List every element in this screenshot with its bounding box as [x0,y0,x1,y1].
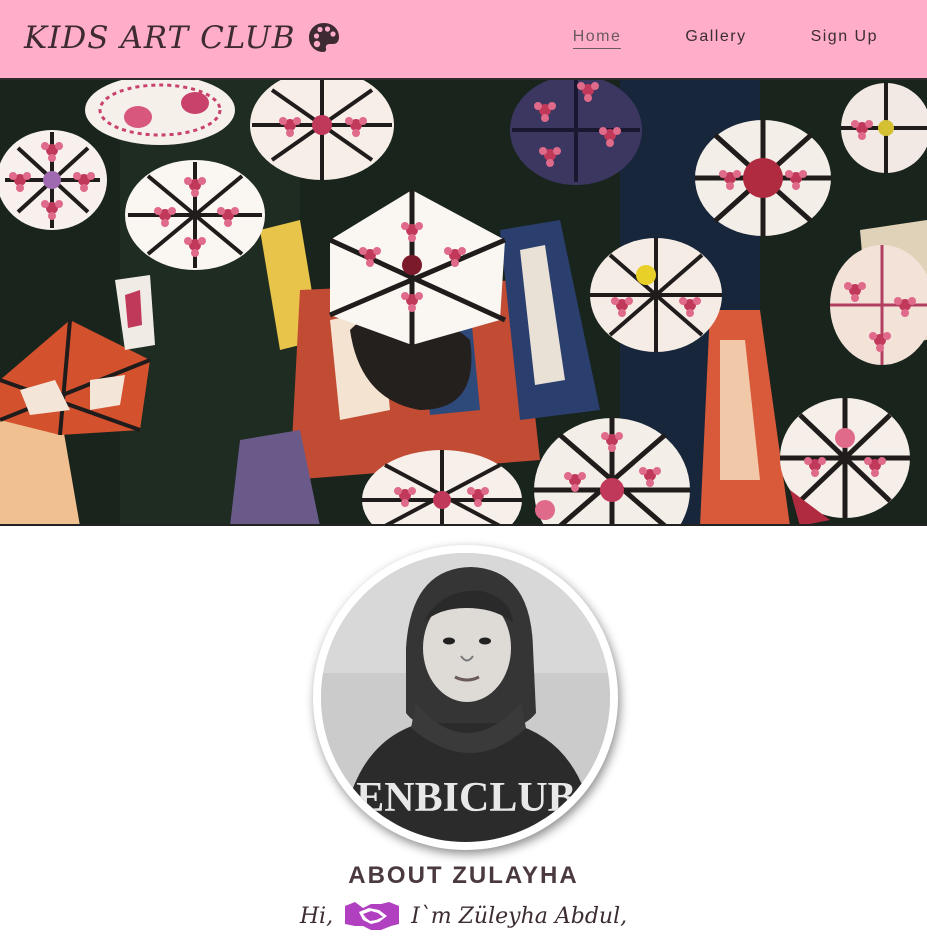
hero-painting [0,80,927,526]
greeting-text: Hi, I`m Züleyha Abdul, [0,898,927,934]
painting-image [0,80,927,524]
greeting-hi: Hi, [299,903,334,929]
nav-gallery-link[interactable]: Gallery [685,28,746,49]
top-navbar: KIDS ART CLUB Home Gallery Sign Up [0,0,927,80]
shirt-text: ENBICLUB [356,775,575,821]
avatar: ENBICLUB [321,553,610,842]
nav-signup-link[interactable]: Sign Up [811,28,878,49]
about-heading: ABOUT ZULAYHA [348,862,579,889]
palette-icon [306,20,342,56]
profile-photo: ENBICLUB [321,553,610,842]
site-logo[interactable]: KIDS ART CLUB [24,16,342,60]
main-nav: Home Gallery Sign Up [572,28,878,49]
brand-title: KIDS ART CLUB [24,20,296,56]
nav-home-link[interactable]: Home [572,28,622,49]
profile-avatar-frame: ENBICLUB [313,545,618,850]
greeting-intro: I`m Züleyha Abdul, [411,903,628,929]
handshake-icon [341,898,403,934]
